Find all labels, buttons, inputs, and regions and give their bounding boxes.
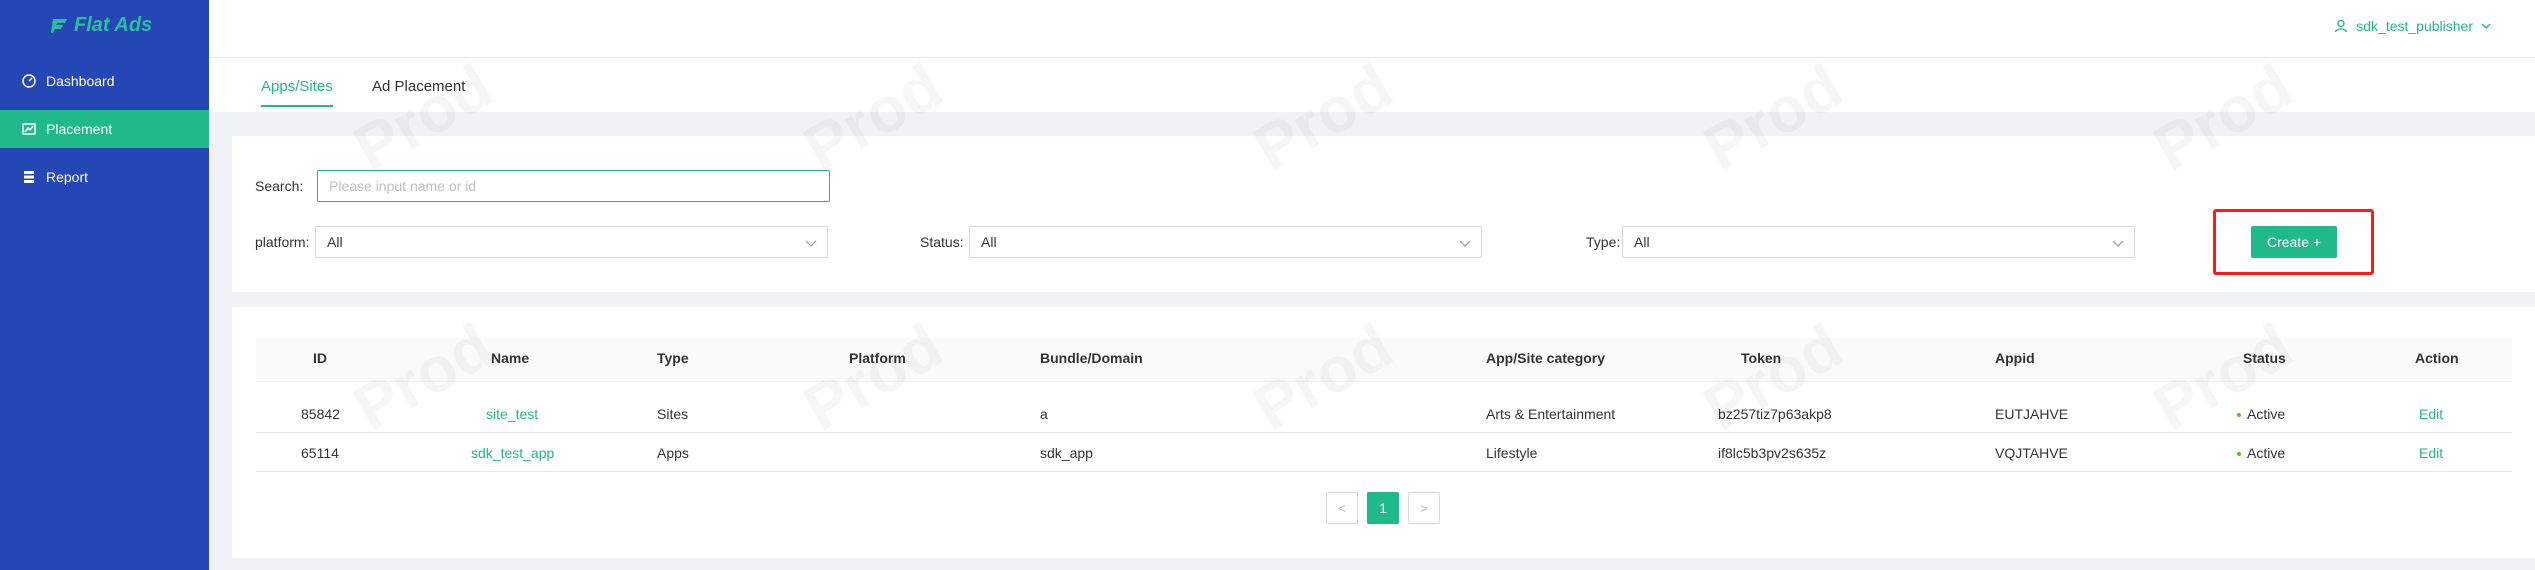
cell-status: Active: [2237, 406, 2285, 422]
status-text: Active: [2247, 445, 2286, 461]
table-header: [256, 338, 2512, 382]
cell-name-link[interactable]: site_test: [486, 406, 538, 422]
type-label: Type:: [1586, 234, 1621, 250]
user-name: sdk_test_publisher: [2356, 18, 2473, 34]
status-text: Active: [2247, 406, 2286, 422]
brand-logo[interactable]: Flat Ads: [50, 14, 152, 37]
edit-link[interactable]: Edit: [2419, 445, 2443, 461]
top-bar: sdk_test_publisher: [209, 0, 2535, 58]
table-row: [256, 395, 2512, 433]
flat-ads-logo-icon: [51, 18, 67, 33]
cell-appid: VQJTAHVE: [1995, 445, 2068, 461]
chevron-down-icon: [805, 240, 817, 247]
sidebar-item-label: Report: [46, 169, 89, 185]
edit-link[interactable]: Edit: [2419, 406, 2443, 422]
tab-apps-sites[interactable]: Apps/Sites: [261, 78, 333, 107]
cell-id: 65114: [301, 445, 339, 461]
chevron-down-icon: [2481, 23, 2491, 29]
column-header-platform: Platform: [849, 350, 906, 366]
tab-ad-placement[interactable]: Ad Placement: [372, 78, 465, 105]
report-icon: [22, 170, 36, 184]
status-dot-icon: [2237, 413, 2241, 418]
column-header-bundle: Bundle/Domain: [1040, 350, 1143, 366]
column-header-action: Action: [2415, 350, 2459, 366]
platform-select[interactable]: All: [315, 226, 828, 258]
cell-token: bz257tiz7p63akp8: [1718, 406, 1832, 422]
cell-type: Sites: [657, 406, 689, 422]
dashboard-icon: [22, 74, 36, 88]
chevron-down-icon: [2112, 240, 2124, 247]
user-menu[interactable]: sdk_test_publisher: [2334, 18, 2499, 34]
platform-select-value: All: [327, 234, 343, 250]
column-header-id: ID: [313, 350, 327, 366]
prev-page-button[interactable]: <: [1326, 492, 1358, 524]
column-header-category: App/Site category: [1486, 350, 1606, 366]
cell-status: Active: [2237, 445, 2285, 461]
column-header-type: Type: [657, 350, 689, 366]
cell-category: Arts & Entertainment: [1486, 406, 1616, 422]
status-dot-icon: [2237, 452, 2241, 457]
cell-bundle: a: [1040, 406, 1048, 422]
chevron-down-icon: [1459, 240, 1471, 247]
cell-type: Apps: [657, 445, 689, 461]
platform-label: platform:: [255, 234, 310, 250]
tab-bar: Apps/Sites Ad Placement: [209, 58, 2535, 112]
cell-name-link[interactable]: sdk_test_app: [471, 445, 554, 461]
cell-appid: EUTJAHVE: [1995, 406, 2069, 422]
cell-bundle: sdk_app: [1040, 445, 1093, 461]
create-button[interactable]: Create +: [2251, 226, 2337, 258]
cell-token: if8lc5b3pv2s635z: [1718, 445, 1827, 461]
column-header-name: Name: [491, 350, 530, 366]
chart-icon: [22, 122, 36, 136]
search-label: Search:: [255, 178, 304, 194]
status-select-value: All: [981, 234, 997, 250]
sidebar-item-label: Placement: [46, 121, 113, 137]
cell-category: Lifestyle: [1486, 445, 1538, 461]
status-select[interactable]: All: [969, 226, 1482, 258]
search-input[interactable]: [317, 170, 830, 202]
column-header-appid: Appid: [1995, 350, 2035, 366]
type-select[interactable]: All: [1622, 226, 2135, 258]
status-label: Status:: [920, 234, 964, 250]
table-row: [256, 434, 2512, 472]
column-header-token: Token: [1741, 350, 1782, 366]
filter-panel: [232, 136, 2535, 292]
page-1-button[interactable]: 1: [1367, 492, 1399, 524]
user-icon: [2335, 19, 2348, 33]
sidebar-item-dashboard[interactable]: Dashboard: [0, 62, 209, 100]
type-select-value: All: [1634, 234, 1650, 250]
sidebar-item-report[interactable]: Report: [0, 158, 209, 196]
next-page-button[interactable]: >: [1408, 492, 1440, 524]
sidebar: Flat Ads Dashboard Placement Report: [0, 0, 209, 570]
brand-name: Flat Ads: [74, 14, 153, 36]
cell-id: 85842: [301, 406, 340, 422]
column-header-status: Status: [2243, 350, 2286, 366]
sidebar-item-label: Dashboard: [46, 73, 115, 89]
sidebar-item-placement[interactable]: Placement: [0, 110, 209, 148]
